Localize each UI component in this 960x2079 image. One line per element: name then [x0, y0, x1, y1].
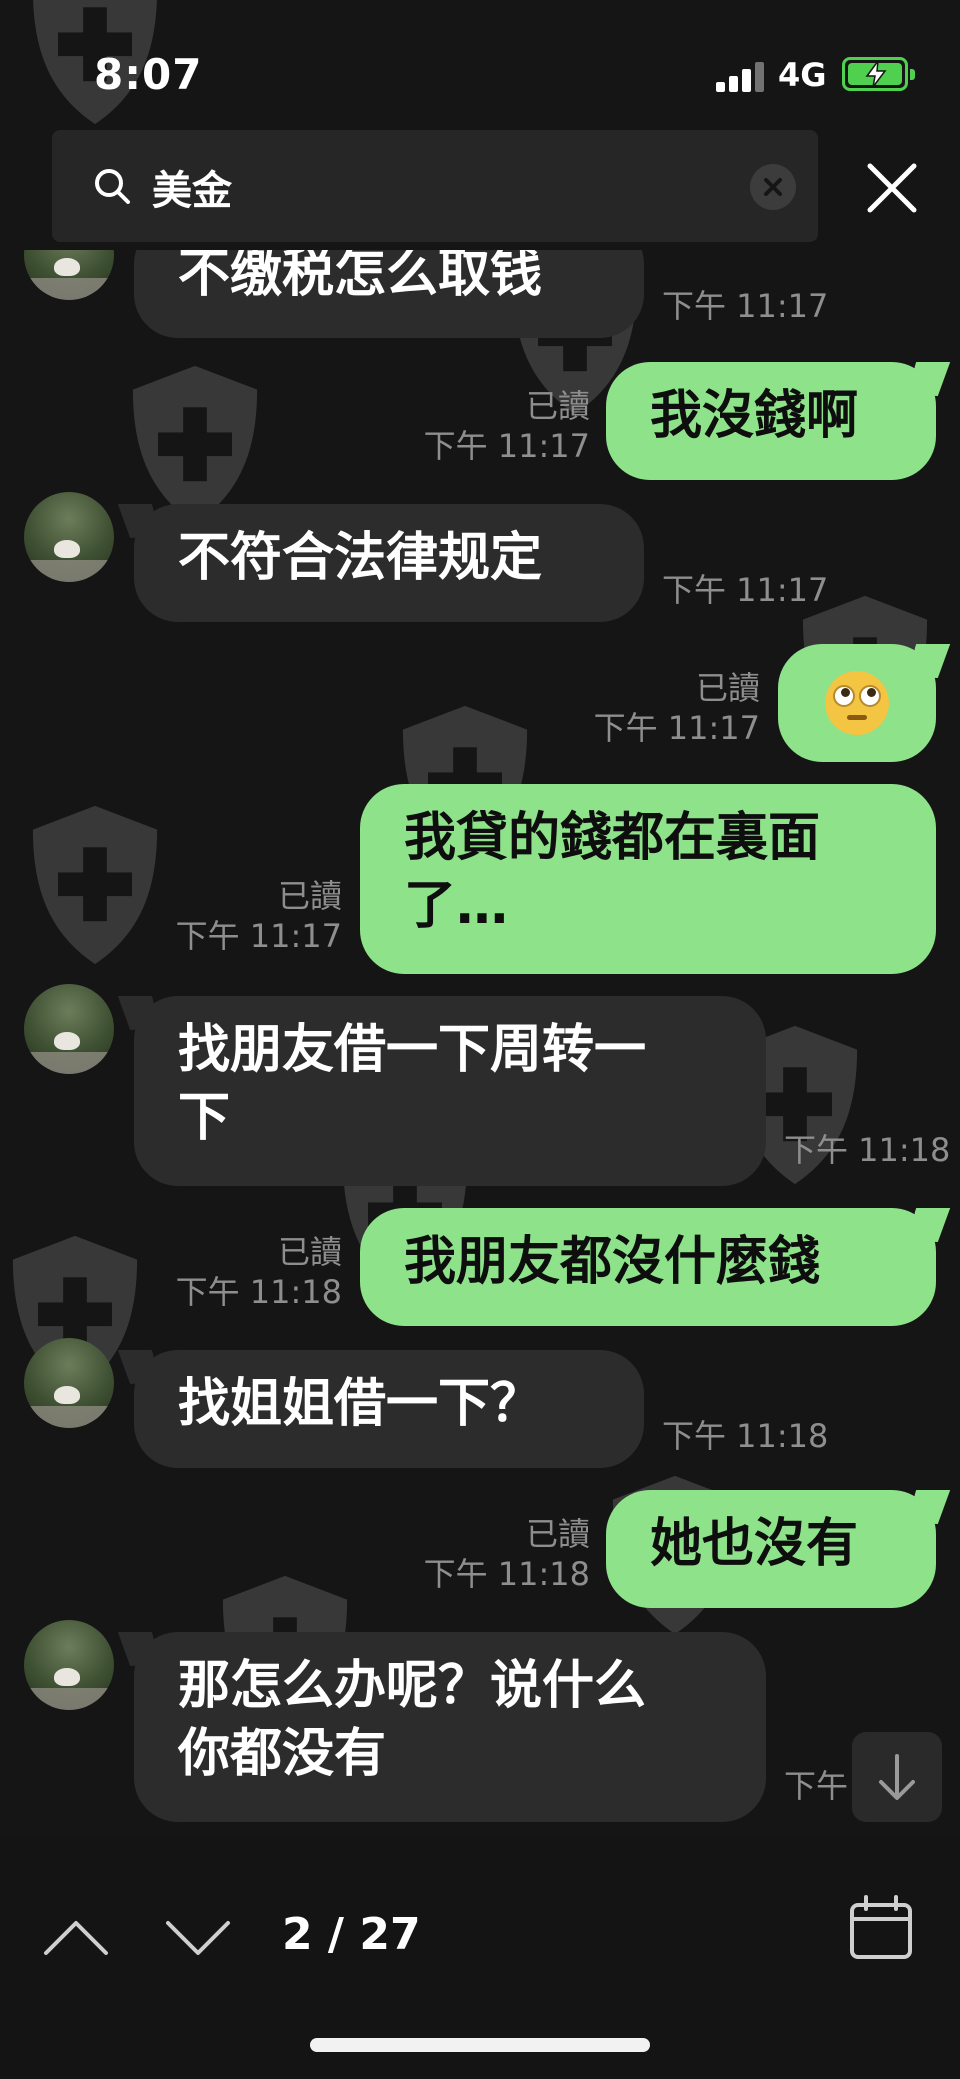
message-bubble-incoming[interactable]: 那怎么办呢？说什么 你都没有: [134, 1632, 766, 1822]
message-time: 下午: [784, 1767, 849, 1805]
search-bar[interactable]: 美金: [52, 130, 818, 242]
message-bubble-incoming[interactable]: 找朋友借一下周转一 下: [134, 996, 766, 1186]
avatar[interactable]: [24, 250, 114, 300]
message-bubble-incoming[interactable]: 不缴税怎么取钱: [134, 250, 644, 338]
message-bubble-outgoing[interactable]: [778, 644, 936, 762]
search-input[interactable]: 美金: [152, 158, 232, 216]
avatar[interactable]: [24, 1620, 114, 1710]
message-time: 下午 11:18: [423, 1555, 590, 1593]
chevron-down-icon[interactable]: [158, 1897, 238, 1977]
read-receipt: 已讀: [525, 1515, 590, 1553]
read-receipt: 已讀: [277, 877, 342, 915]
message-bubble-incoming[interactable]: 找姐姐借一下？: [134, 1350, 644, 1468]
clear-icon[interactable]: [750, 164, 796, 210]
message-bubble-outgoing[interactable]: 我朋友都沒什麼錢: [360, 1208, 936, 1326]
message-bubble-outgoing[interactable]: 我貸的錢都在裏面 了…: [360, 784, 936, 974]
message-bubble-incoming[interactable]: 不符合法律规定: [134, 504, 644, 622]
message-time: 下午 11:17: [662, 287, 829, 325]
calendar-icon[interactable]: [846, 1893, 916, 1963]
avatar[interactable]: [24, 1338, 114, 1428]
line-chat-search-screen: 8:07 4G 美金 不缴税怎么取钱 下午 11:17 已讀 下午 11:17 …: [0, 0, 960, 2079]
avatar[interactable]: [24, 492, 114, 582]
avatar[interactable]: [24, 984, 114, 1074]
message-bubble-outgoing[interactable]: 她也沒有: [606, 1490, 936, 1608]
search-icon: [95, 169, 130, 204]
signal-icon: [716, 60, 770, 92]
message-bubble-outgoing[interactable]: 我沒錢啊: [606, 362, 936, 480]
search-result-counter: 2 / 27: [282, 1909, 421, 1960]
arrow-down-icon: [879, 1754, 915, 1800]
message-time: 下午 11:18: [662, 1417, 829, 1455]
message-time: 下午 11:17: [593, 709, 760, 747]
chat-message-list[interactable]: 不缴税怎么取钱 下午 11:17 已讀 下午 11:17 我沒錢啊 不符合法律规…: [0, 250, 960, 1837]
home-indicator[interactable]: [310, 2038, 650, 2052]
eye-roll-emoji-icon: [825, 671, 889, 735]
status-bar: 8:07 4G: [0, 0, 960, 130]
message-time: 下午 11:18: [175, 1273, 342, 1311]
message-time: 下午 11:18: [784, 1131, 951, 1169]
close-icon[interactable]: [862, 158, 922, 218]
scroll-to-bottom-button[interactable]: [852, 1732, 942, 1822]
status-time: 8:07: [94, 50, 203, 99]
read-receipt: 已讀: [525, 387, 590, 425]
message-time: 下午 11:17: [662, 571, 829, 609]
network-type: 4G: [778, 56, 827, 94]
read-receipt: 已讀: [695, 669, 760, 707]
chevron-up-icon[interactable]: [36, 1897, 116, 1977]
message-time: 下午 11:17: [175, 917, 342, 955]
battery-charging-icon: [842, 57, 915, 91]
message-time: 下午 11:17: [423, 427, 590, 465]
read-receipt: 已讀: [277, 1233, 342, 1271]
